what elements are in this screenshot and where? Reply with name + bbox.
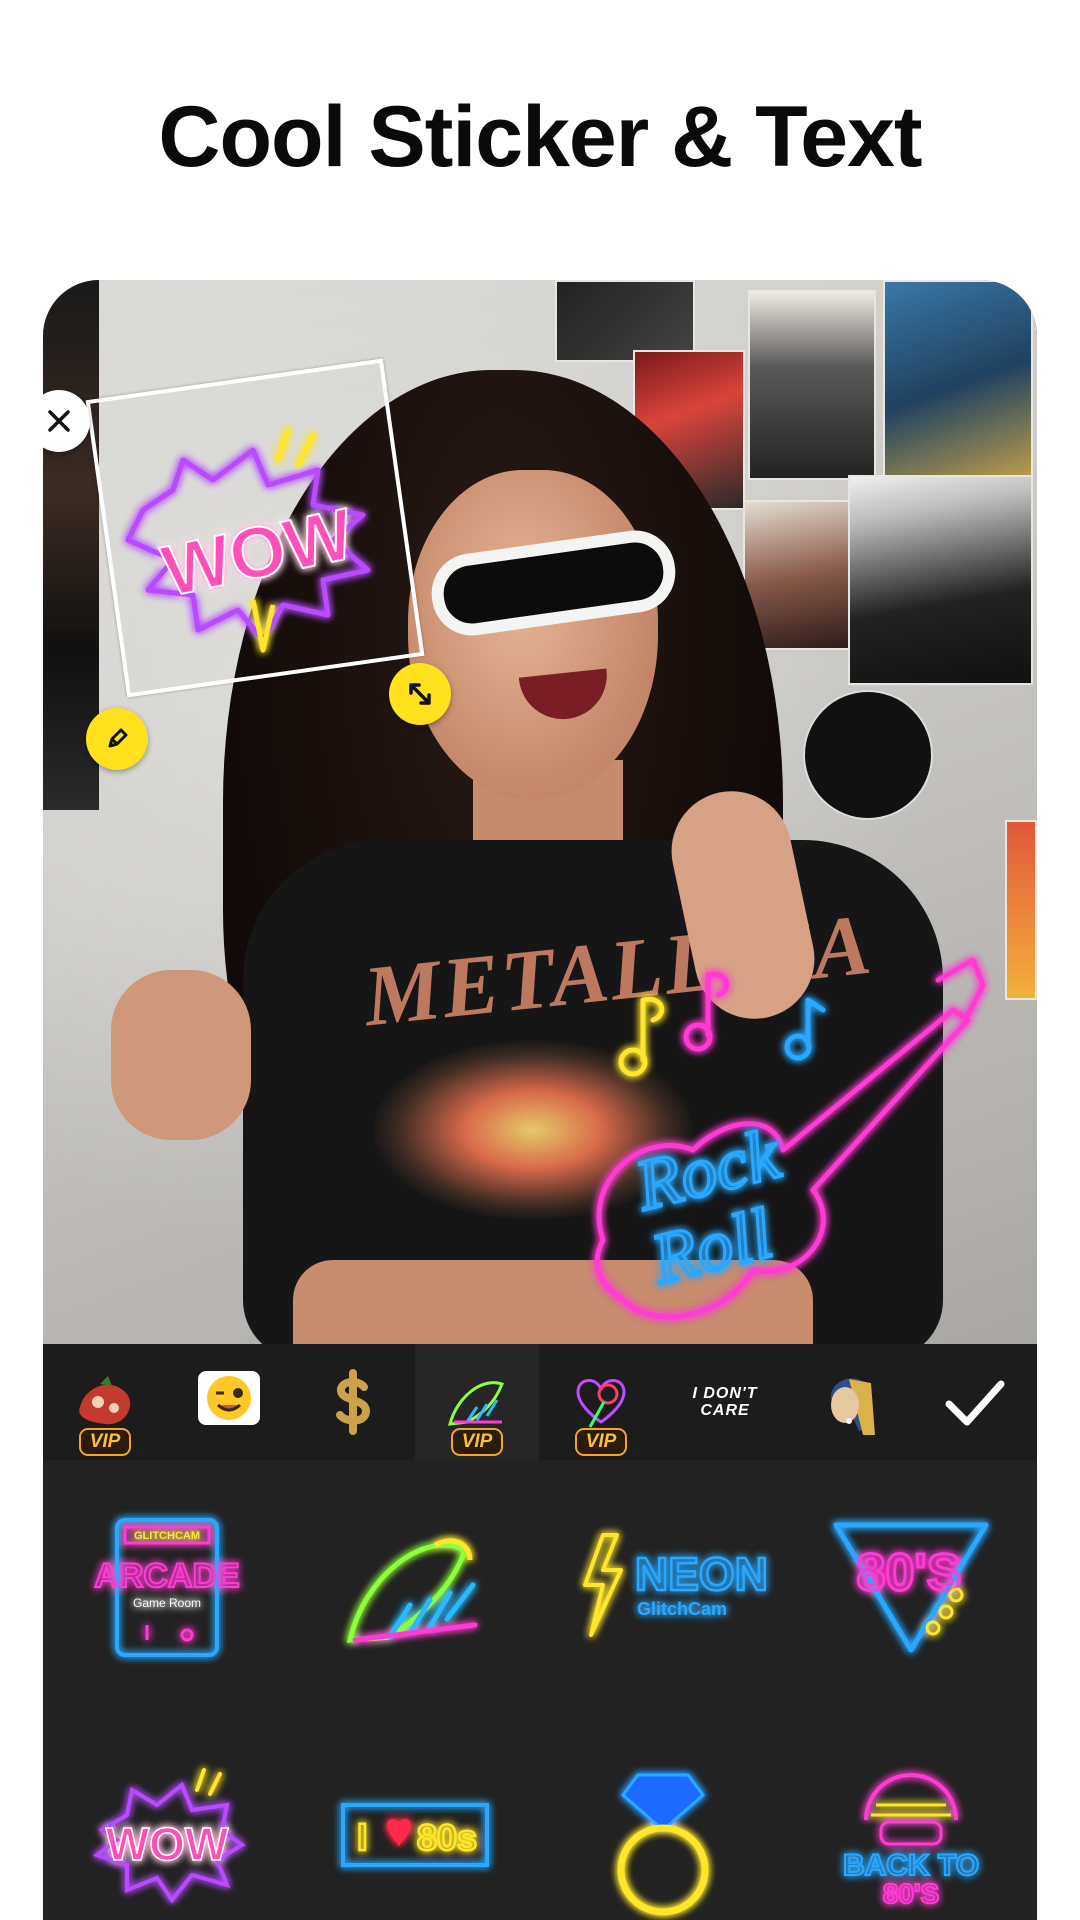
sticker-i-love-80s[interactable]: I 80s — [291, 1710, 539, 1920]
gold-dollar-icon — [336, 1369, 371, 1435]
category-neon-wing[interactable]: VIP — [415, 1344, 539, 1460]
neon-wing-icon — [447, 1381, 504, 1426]
love-prefix-text: I — [357, 1817, 368, 1859]
editor-screen: METALLICA Rock Roll WOW VIP VIP VIP I DO… — [43, 280, 1037, 1920]
i-dont-care-label: I DON'T CARE — [692, 1385, 757, 1419]
neon-main-text: NEON — [635, 1548, 768, 1600]
i-dont-care-line2: CARE — [700, 1402, 750, 1419]
poster — [743, 500, 863, 650]
sticker-neon-wing[interactable] — [291, 1460, 539, 1710]
category-gold[interactable] — [291, 1344, 415, 1460]
poster — [748, 290, 876, 480]
sticker-arcade[interactable]: GLITCHCAM ARCADE Game Room — [43, 1460, 291, 1710]
sticker-diamond-ring[interactable] — [539, 1710, 787, 1920]
poster — [1005, 820, 1037, 1000]
resize-arrows-icon — [409, 683, 431, 705]
heart-icon — [387, 1819, 411, 1847]
category-fruit[interactable]: VIP — [43, 1344, 167, 1460]
photo-canvas[interactable]: METALLICA Rock Roll WOW — [43, 280, 1037, 1344]
eighties-text: 80'S — [857, 1544, 962, 1602]
person-left-hand — [111, 970, 251, 1140]
person-face — [408, 470, 658, 800]
fruit-icon — [79, 1376, 131, 1425]
category-neon-rose[interactable]: VIP — [539, 1344, 663, 1460]
category-emoji[interactable] — [167, 1344, 291, 1460]
headline: Cool Sticker & Text — [158, 89, 922, 185]
diamond-ring-icon — [617, 1773, 709, 1916]
sticker-back-to-80s[interactable]: BACK TO 80'S — [787, 1710, 1035, 1920]
vip-badge: VIP — [79, 1428, 131, 1456]
poster-round — [803, 690, 933, 820]
sticker-category-bar: VIP VIP VIP I DON'T CARE — [43, 1344, 1037, 1460]
sticker-grid: GLITCHCAM ARCADE Game Room NEON GlitchCa… — [43, 1460, 1037, 1920]
sticker-edit-button[interactable] — [86, 708, 148, 770]
sticker-resize-button[interactable] — [389, 663, 451, 725]
arcade-sub-text: Game Room — [133, 1596, 201, 1610]
back-80s-text: 80'S — [883, 1878, 939, 1909]
category-i-dont-care[interactable]: I DON'T CARE — [663, 1344, 787, 1460]
arcade-main-text: ARCADE — [94, 1557, 239, 1595]
vip-badge: VIP — [451, 1428, 503, 1456]
i-dont-care-line1: I DON'T — [692, 1385, 758, 1402]
pearl-earring-girl-icon — [830, 1378, 875, 1435]
close-icon — [48, 410, 70, 432]
category-art[interactable] — [787, 1344, 911, 1460]
wow-grid-text: WOW — [106, 1818, 229, 1870]
winking-emoji-icon — [198, 1371, 260, 1425]
neon-rose-icon — [576, 1379, 626, 1428]
sticker-selection-frame — [85, 358, 425, 698]
vip-badge: VIP — [575, 1428, 627, 1456]
checkmark-icon — [945, 1380, 1005, 1426]
rock-roll-guitar-sticker[interactable]: Rock Roll — [583, 940, 1003, 1344]
poster — [848, 475, 1033, 685]
sticker-80s[interactable]: 80'S — [787, 1460, 1035, 1710]
sticker-neon-glitchcam[interactable]: NEON GlitchCam — [539, 1460, 787, 1710]
pencil-icon — [108, 728, 128, 748]
sticker-wow[interactable]: WOW — [43, 1710, 291, 1920]
confirm-button[interactable] — [939, 1366, 1011, 1438]
poster — [883, 280, 1033, 490]
arcade-top-text: GLITCHCAM — [134, 1530, 200, 1542]
love-suffix-text: 80s — [417, 1817, 477, 1858]
neon-sub-text: GlitchCam — [637, 1599, 727, 1619]
